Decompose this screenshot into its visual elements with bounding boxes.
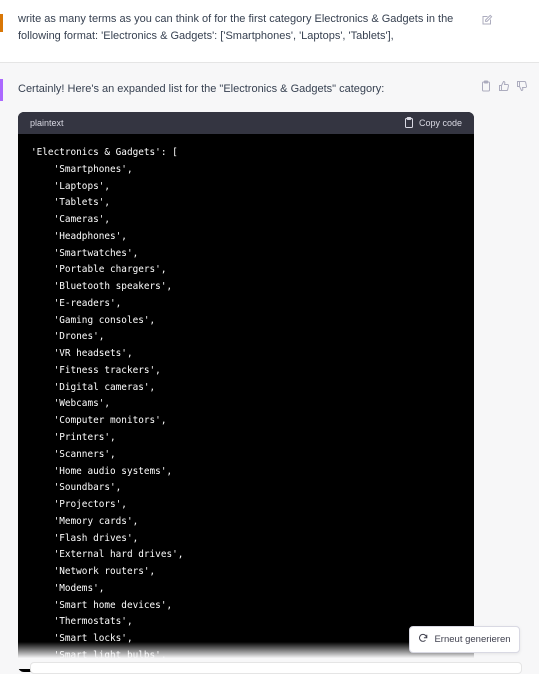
refresh-icon [418,633,428,646]
code-line: 'Webcams', [31,398,111,410]
code-line: 'Memory cards', [31,515,139,527]
edit-icon[interactable] [481,13,493,25]
thumbs-up-icon[interactable] [498,79,510,91]
code-line: 'Network routers', [31,566,156,578]
code-language-label: plaintext [30,118,64,128]
thumbs-down-icon[interactable] [516,79,528,92]
code-line: 'Modems', [31,582,105,594]
code-line: 'Headphones', [31,230,127,242]
code-line: 'Projectors', [31,499,127,511]
code-line: 'Portable chargers', [31,264,167,276]
code-line: 'Bluetooth speakers', [31,281,173,293]
code-line: 'Electronics & Gadgets': [ [31,147,178,158]
code-line: 'External hard drives', [31,549,184,561]
assistant-avatar [0,79,3,101]
regenerate-label: Erneut generieren [434,634,511,645]
code-line: 'Laptops', [31,180,111,192]
code-line: 'Gaming consoles', [31,314,156,326]
code-line: 'Thermostats', [31,616,133,628]
code-line: 'E-readers', [31,297,122,309]
code-line: 'Cameras', [31,214,111,226]
code-line: 'Home audio systems', [31,465,173,477]
clipboard-icon[interactable] [480,79,492,92]
message-actions [480,79,528,92]
code-line: 'Smart home devices', [31,599,173,611]
user-message-text: write as many terms as you can think of … [18,13,454,42]
code-line: 'Printers', [31,432,116,444]
code-line: 'Computer monitors', [31,415,167,427]
assistant-message: Certainly! Here's an expanded list for t… [0,63,539,672]
code-block: plaintext Copy code 'Electronics & Gadge… [18,112,474,672]
code-line: 'Flash drives', [31,532,139,544]
code-header: plaintext Copy code [18,112,474,134]
message-input[interactable] [30,662,522,674]
code-line: 'Smartphones', [31,163,133,175]
clipboard-icon [404,116,414,130]
regenerate-button[interactable]: Erneut generieren [409,626,520,653]
code-line: 'Scanners', [31,448,116,460]
code-line: 'Tablets', [31,197,111,209]
copy-code-button[interactable]: Copy code [404,116,462,130]
code-line: 'Soundbars', [31,482,122,494]
code-content: 'Electronics & Gadgets': [ 'Smartphones'… [18,134,474,665]
code-line: 'VR headsets', [31,348,133,360]
user-avatar [0,14,3,32]
code-line: 'Smartwatches', [31,247,139,259]
user-message: write as many terms as you can think of … [0,0,539,63]
code-line: 'Drones', [31,331,105,343]
code-line: 'Digital cameras', [31,381,156,393]
copy-code-label: Copy code [418,118,462,128]
assistant-message-text: Certainly! Here's an expanded list for t… [18,83,385,95]
code-line: 'Fitness trackers', [31,364,161,376]
